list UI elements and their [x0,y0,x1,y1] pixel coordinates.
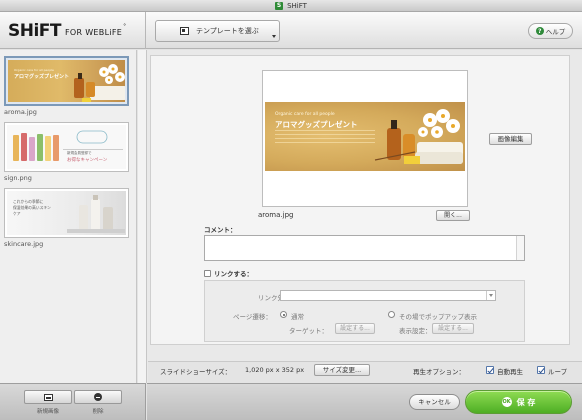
window-title-bar: S SHiFT [0,0,582,12]
thumb-title: アロマグッズプレゼント [14,74,70,80]
link-checkbox-label: リンクする： [214,270,253,278]
logo-sub-text: FOR WEBLiFE [65,28,123,37]
comment-scrollbar[interactable] [516,236,524,260]
radio-popup[interactable] [388,311,395,318]
image-list-toolbar: 新規画像 削除 [0,383,146,420]
thumb-small-text: 新規会員登録で [67,151,92,155]
radio-normal-label: 通常 [291,313,304,321]
target-sub-label: ターゲット： [289,327,328,335]
banner-body-text [275,130,375,144]
page-transition-label: ページ遷移： [233,313,272,321]
autoplay-label: 自動再生 [497,368,523,376]
link-target-select[interactable] [280,290,496,301]
comment-textarea[interactable] [204,235,525,261]
thumbnail-filename: sign.png [4,174,32,182]
sign-thumbnail: 新規会員登録で お得なキャンペーン [7,125,126,169]
logo-mark: ° [123,23,127,30]
select-arrow-icon [486,291,495,300]
thumbnail-filename: skincare.jpg [4,240,44,248]
thumbnail-frame: これからの季節に 保湿効果の高いスキンケア [4,188,129,238]
thumbnail-frame: Organic care for all people アロマグッズプレゼント [4,56,129,106]
minus-circle-icon [94,393,102,401]
image-list-item-skincare[interactable]: これからの季節に 保湿効果の高いスキンケア skincare.jpg [4,188,129,248]
help-icon: ? [535,27,544,35]
save-button[interactable]: OK 保 存 [465,390,572,414]
playback-options-label: 再生オプション： [413,368,465,376]
loop-label: ループ [548,368,568,376]
window-title: SHiFT [287,1,307,10]
dropdown-caret-icon [272,35,276,38]
edit-image-button[interactable]: 画像編集 [489,133,532,145]
target-settings-button[interactable]: 設定する... [335,323,375,334]
image-preview: Organic care for all people アロマグッズプレゼント [262,70,468,207]
autoplay-checkbox[interactable] [486,366,494,374]
delete-image-label: 削除 [92,409,104,415]
ok-icon: OK [501,397,512,407]
display-settings-label: 表示設定： [399,327,432,335]
loop-checkbox[interactable] [537,366,545,374]
preview-filename: aroma.jpg [258,211,294,219]
aroma-thumb-art [74,64,125,102]
logo-main-text: SHiFT [8,20,62,41]
slideshow-size-value: 1,020 px x 352 px [245,366,305,374]
thumbnail-frame: 新規会員登録で お得なキャンペーン [4,122,129,172]
preview-banner: Organic care for all people アロマグッズプレゼント [265,102,465,171]
banner-subtitle: Organic care for all people [275,112,335,117]
thumb-small-text: Organic care for all people [14,68,54,72]
link-checkbox-row[interactable]: リンクする： [204,268,253,278]
new-image-button[interactable] [24,390,72,404]
open-file-button[interactable]: 開く... [436,210,470,221]
thumbnail-filename: aroma.jpg [4,108,37,116]
image-list-item-aroma[interactable]: Organic care for all people アロマグッズプレゼント … [4,56,129,116]
app-header: SHiFT FOR WEBLiFE ° テンプレートを選ぶ ? ヘルプ [0,12,582,49]
radio-popup-label: その場でポップアップ表示 [399,313,477,321]
comment-label: コメント： [204,226,237,234]
choose-template-button[interactable]: テンプレートを選ぶ [155,20,280,42]
skincare-thumbnail: これからの季節に 保湿効果の高いスキンケア [7,191,126,235]
help-button[interactable]: ? ヘルプ [528,23,573,39]
image-list-sidebar: Organic care for all people アロマグッズプレゼント … [0,50,137,383]
delete-image-button[interactable] [74,390,122,404]
display-settings-button[interactable]: 設定する... [432,323,474,334]
thumb-title: お得なキャンペーン [67,158,108,163]
new-image-label: 新規画像 [36,409,59,415]
sidebar-scrollbar[interactable] [138,50,147,383]
slideshow-size-label: スライドショーサイズ： [160,368,232,376]
link-checkbox[interactable] [204,269,211,277]
logo: SHiFT FOR WEBLiFE ° [0,12,146,49]
save-label: 保 存 [516,397,536,407]
banner-title: アロマグッズプレゼント [275,120,358,129]
thumb-small-text: 保湿効果の高いスキンケア [13,205,51,216]
help-label: ヘルプ [545,28,566,36]
shift-app-icon: S [275,1,284,10]
aroma-thumbnail: Organic care for all people アロマグッズプレゼント [8,60,125,102]
new-image-icon [43,393,53,401]
image-list-item-sign[interactable]: 新規会員登録で お得なキャンペーン sign.png [4,122,129,182]
template-icon [180,27,189,35]
choose-template-label: テンプレートを選ぶ [196,27,259,35]
cancel-button[interactable]: キャンセル [409,394,460,410]
change-size-button[interactable]: サイズ変更... [314,364,370,376]
radio-normal[interactable] [280,311,287,318]
